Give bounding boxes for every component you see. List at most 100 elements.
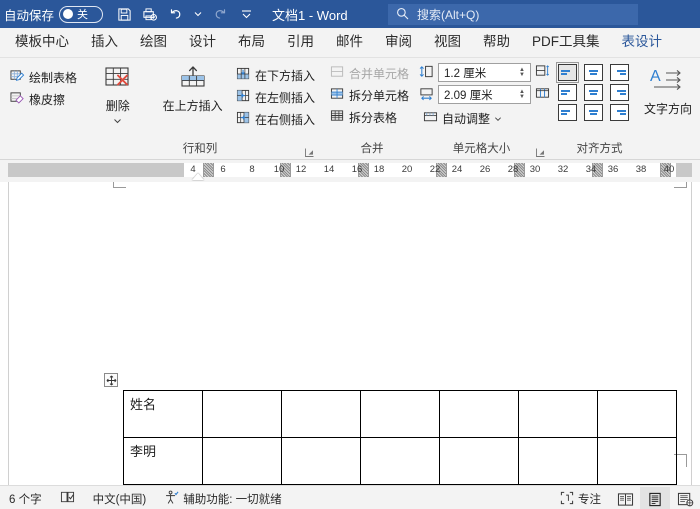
tab-references[interactable]: 引用 [276,26,325,57]
align-bottom-left-button[interactable] [558,104,578,121]
insert-right-button[interactable]: 在右侧插入 [232,108,319,130]
table-cell[interactable] [360,437,440,485]
ruler-tick: 22 [429,164,441,175]
tab-mailings[interactable]: 邮件 [325,26,374,57]
ribbon-group-cell-size-title: 单元格大小 [413,142,550,159]
autofit-button[interactable]: 自动调整 [419,107,506,129]
language-button[interactable]: 中文(中国) [84,488,156,509]
stepper-down-icon-2[interactable]: ▼ [519,94,525,100]
text-direction-button[interactable]: A 文字方向 [639,64,697,116]
table-cell[interactable]: 李明 [123,437,203,485]
column-marker-1[interactable] [203,163,214,177]
draw-table-button[interactable]: 绘制表格 [6,66,81,88]
table-cell[interactable] [597,390,677,438]
delete-button[interactable]: 删除 [89,63,146,127]
ruler-bar: 4 6 8 10 12 14 16 18 20 22 24 26 28 30 3… [0,160,700,182]
table-cell[interactable] [597,437,677,485]
print-preview-icon[interactable] [138,3,162,25]
split-table-button[interactable]: 拆分表格 [326,106,401,128]
tab-insert[interactable]: 插入 [80,26,129,57]
table-cell[interactable] [518,390,598,438]
tab-design[interactable]: 设计 [178,26,227,57]
ribbon-group-draw: 绘制表格 橡皮擦 [0,58,81,159]
table-cell[interactable] [281,390,361,438]
tab-layout[interactable]: 布局 [227,26,276,57]
distribute-rows-icon[interactable] [535,64,550,81]
web-layout-view-button[interactable] [670,487,700,509]
search-box[interactable]: 搜索(Alt+Q) [388,4,638,25]
align-top-left-button[interactable] [556,62,580,83]
insert-below-button[interactable]: 在下方插入 [232,64,319,86]
ruler-tick: 34 [585,164,597,175]
split-table-icon [330,109,345,126]
table-row[interactable]: 李明 [123,437,677,485]
align-center-right-button[interactable] [610,84,630,101]
align-bottom-right-button[interactable] [610,104,630,121]
focus-button[interactable]: 专注 [551,488,610,509]
read-mode-view-button[interactable] [610,487,640,509]
word-count-button[interactable]: 6 个字 [0,488,51,509]
document-table[interactable]: 姓名 李明 周艳 [123,390,677,485]
delete-dropdown-icon[interactable] [113,113,122,127]
tab-view[interactable]: 视图 [423,26,472,57]
autosave-toggle[interactable]: 关 [59,5,104,23]
table-cell[interactable] [202,390,282,438]
column-width-input[interactable]: 2.09 厘米 ▲ ▼ [438,85,532,104]
tab-review[interactable]: 审阅 [374,26,423,57]
merge-cells-button[interactable]: 合并单元格 [326,62,413,84]
text-direction-icon: A [649,66,687,101]
align-top-right-button[interactable] [610,64,630,81]
align-center-button[interactable] [584,84,604,101]
document-area[interactable]: 姓名 李明 周艳 [0,182,700,485]
focus-icon [560,491,574,508]
align-bottom-center-button[interactable] [584,104,604,121]
ribbon-group-cell-size: 1.2 厘米 ▲ ▼ 2.09 厘米 ▲ ▼ 自动调整 单元格大小 [413,58,550,159]
horizontal-ruler[interactable]: 4 6 8 10 12 14 16 18 20 22 24 26 28 30 3… [8,163,692,177]
table-cell[interactable] [518,437,598,485]
table-cell[interactable] [202,437,282,485]
insert-left-button[interactable]: 在左侧插入 [232,86,319,108]
table-cell[interactable] [360,390,440,438]
customize-qat-icon[interactable] [234,3,258,25]
save-icon[interactable] [112,3,136,25]
tab-help[interactable]: 帮助 [472,26,521,57]
autofit-dropdown-icon[interactable] [494,111,502,125]
row-height-input[interactable]: 1.2 厘米 ▲ ▼ [438,63,532,82]
insert-left-label: 在左侧插入 [255,90,316,105]
stepper-down-icon[interactable]: ▼ [519,72,525,78]
merge-cells-label: 合并单元格 [349,66,410,81]
row-height-stepper[interactable]: ▲ ▼ [517,67,530,78]
proofing-button[interactable] [51,488,84,509]
align-center-left-button[interactable] [558,84,578,101]
table-cell[interactable]: 姓名 [123,390,203,438]
table-cell[interactable] [439,437,519,485]
split-cells-button[interactable]: 拆分单元格 [326,84,413,106]
table-move-handle[interactable] [104,373,118,387]
table-cell[interactable] [281,437,361,485]
tab-draw[interactable]: 绘图 [129,26,178,57]
column-width-stepper[interactable]: ▲ ▼ [517,89,530,100]
insert-above-button[interactable]: 在上方插入 [159,63,226,113]
ruler-tick: 32 [557,164,569,175]
tab-template-center[interactable]: 模板中心 [4,26,80,57]
insert-below-label: 在下方插入 [255,68,316,83]
insert-right-icon [236,111,251,128]
ruler-tick: 24 [451,164,463,175]
tab-table-design[interactable]: 表设计 [611,26,674,57]
row-height-row: 1.2 厘米 ▲ ▼ [419,63,550,82]
left-indent-marker[interactable] [192,173,204,180]
eraser-button[interactable]: 橡皮擦 [6,88,69,110]
cell-size-dialog-launcher[interactable] [535,147,546,158]
insert-left-icon [236,89,251,106]
print-layout-view-button[interactable] [640,487,670,509]
table-row[interactable]: 姓名 [123,390,677,438]
distribute-columns-icon[interactable] [535,86,550,103]
undo-icon[interactable] [164,3,188,25]
tab-pdf-tools[interactable]: PDF工具集 [521,26,611,57]
redo-icon[interactable] [208,3,232,25]
undo-dropdown-icon[interactable] [190,3,206,25]
align-top-center-button[interactable] [584,64,604,81]
table-cell[interactable] [439,390,519,438]
rows-columns-dialog-launcher[interactable] [304,147,315,158]
accessibility-button[interactable]: 辅助功能: 一切就绪 [155,488,290,509]
